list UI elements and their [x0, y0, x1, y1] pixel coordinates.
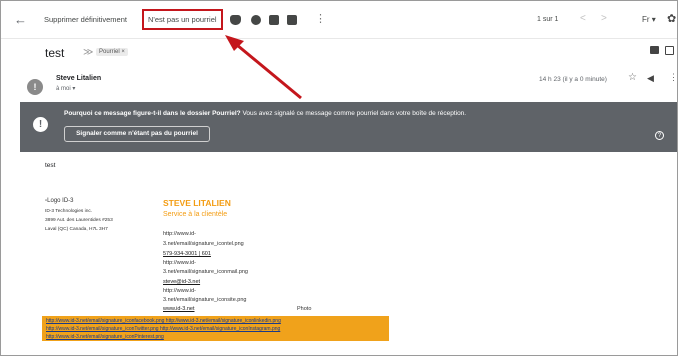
message-timestamp: 14 h 23 (il y a 0 minute) [539, 76, 607, 83]
spam-label-chip[interactable]: Pourriel × [96, 48, 128, 56]
gmail-message-view: ← Supprimer définitivement N'est pas un … [0, 0, 678, 356]
message-subject: test [45, 46, 65, 60]
spam-question: Pourquoi ce message figure-t-il dans le … [64, 110, 241, 117]
avatar: ! [27, 79, 43, 95]
pager-count: 1 sur 1 [537, 16, 559, 23]
broken-image-link[interactable]: http://www.id- [163, 288, 196, 294]
annotation-arrow-shaft [236, 43, 302, 100]
spam-explanation: Pourquoi ce message figure-t-il dans le … [64, 110, 466, 117]
alert-icon: ! [33, 117, 48, 132]
spam-reason: Vous avez signalé ce message comme pourr… [240, 110, 467, 117]
broken-image-link[interactable]: http://www.id- [163, 231, 196, 237]
not-spam-button[interactable]: N'est pas un pourriel [142, 9, 223, 30]
social-link-row[interactable]: http://www.id-3.net/email/signature_icon… [46, 334, 164, 340]
back-arrow-icon[interactable]: ← [14, 12, 27, 27]
company-line: ID-3 Technologies inc. [45, 209, 93, 214]
message-body-text: test [45, 162, 56, 169]
photo-alt: Photo [297, 306, 312, 312]
importance-marker-icon[interactable]: ≫ [83, 47, 93, 58]
sender-name[interactable]: Steve Litalien [56, 75, 101, 82]
delete-forever-button[interactable]: Supprimer définitivement [44, 15, 127, 24]
clock-icon[interactable] [251, 15, 261, 25]
mail-icon[interactable] [269, 15, 279, 25]
more-vert-icon[interactable]: ⋮ [315, 12, 326, 25]
recipient-dropdown[interactable]: à moi ▾ [56, 85, 75, 92]
phone-link[interactable]: 579-934-3001 | 601 [163, 251, 211, 257]
logo-alt-text: Logo ID-3 [47, 198, 74, 204]
message-more-icon[interactable]: ⋮ [669, 72, 677, 83]
star-icon[interactable]: ☆ [628, 72, 637, 83]
broken-image-link[interactable]: 3.net/email/signature_icontel.png [163, 241, 244, 247]
prev-page-icon[interactable]: < [580, 13, 586, 24]
reply-icon[interactable]: ◀ [647, 73, 654, 84]
folder-icon[interactable] [287, 15, 297, 25]
social-links-bar: http://www.id-3.net/email/signature_icon… [42, 316, 389, 341]
broken-image-link[interactable]: 3.net/email/signature_iconmail.png [163, 269, 248, 275]
company-logo-alt: ▫Logo ID-3 [45, 198, 74, 204]
open-new-window-icon[interactable] [665, 46, 674, 55]
company-line: Laval (QC) Canada, H7L 3H7 [45, 227, 108, 232]
help-icon[interactable]: ? [655, 131, 664, 140]
website-link[interactable]: www.id-3.net [163, 306, 195, 312]
social-link-row[interactable]: http://www.id-3.net/email/signature_icon… [46, 318, 281, 324]
message-toolbar: ← Supprimer définitivement N'est pas un … [1, 1, 677, 39]
gear-icon[interactable]: ✿ [667, 12, 676, 25]
email-link[interactable]: steve@id-3.net [163, 279, 200, 285]
broken-image-link[interactable]: 3.net/email/signature_iconsite.png [163, 297, 246, 303]
shield-icon[interactable] [230, 15, 241, 25]
social-link-row[interactable]: http://www.id-3.net/email/signature_icon… [46, 326, 280, 332]
company-line: 3899 Aut. des Laurentides #253 [45, 218, 113, 223]
spam-warning-banner: ! Pourquoi ce message figure-t-il dans l… [20, 102, 677, 152]
signature-role: Service à la clientèle [163, 211, 228, 218]
language-selector[interactable]: Fr ▾ [642, 15, 656, 24]
signature-name: STEVE LITALIEN [163, 198, 231, 208]
next-page-icon[interactable]: > [601, 13, 607, 24]
broken-image-link[interactable]: http://www.id- [163, 260, 196, 266]
print-icon[interactable] [650, 46, 659, 54]
report-not-spam-button[interactable]: Signaler comme n'étant pas du pourriel [64, 126, 210, 142]
